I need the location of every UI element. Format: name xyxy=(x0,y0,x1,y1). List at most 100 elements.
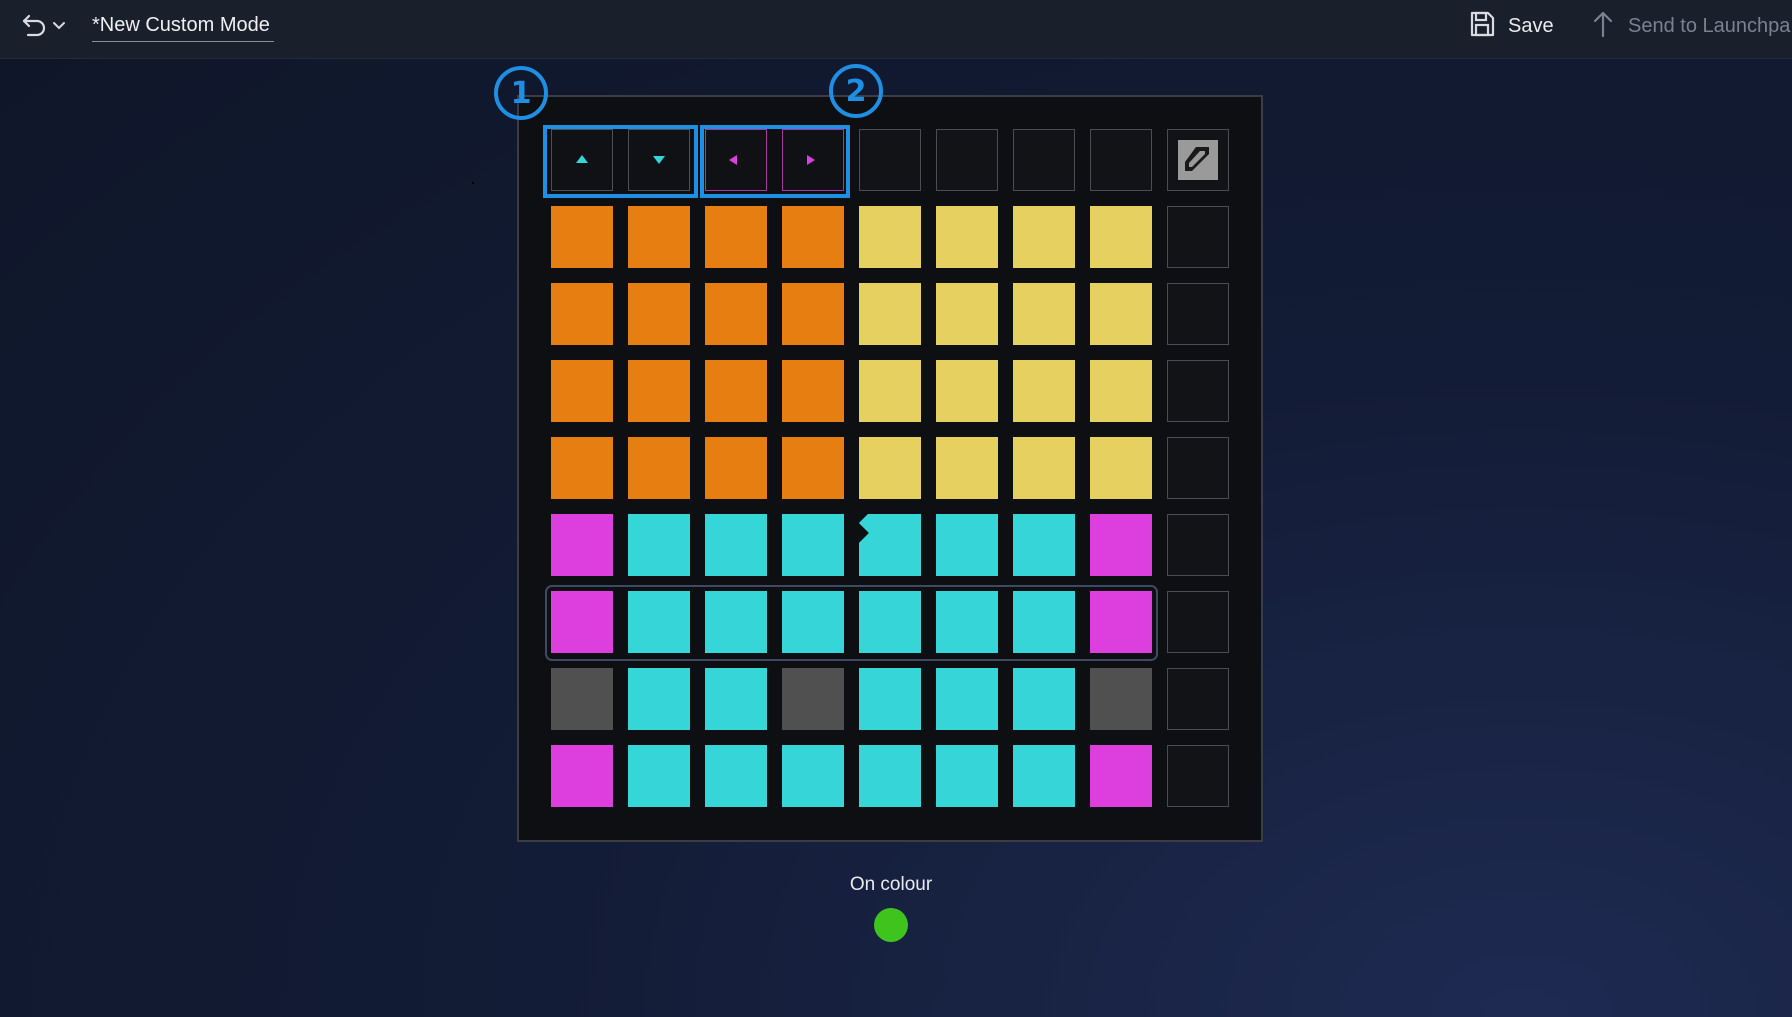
grid-pad[interactable] xyxy=(936,591,998,653)
save-label: Save xyxy=(1508,14,1554,37)
grid-pad[interactable] xyxy=(705,360,767,422)
grid-pad[interactable] xyxy=(936,437,998,499)
grid-pad[interactable] xyxy=(1013,206,1075,268)
on-colour-label: On colour xyxy=(849,874,933,895)
top-row-pad[interactable] xyxy=(1090,129,1152,191)
grid-pad[interactable] xyxy=(782,360,844,422)
grid-pad[interactable] xyxy=(936,668,998,730)
side-pad[interactable] xyxy=(1167,206,1229,268)
grid-pad[interactable] xyxy=(551,437,613,499)
grid-pad[interactable] xyxy=(782,514,844,576)
grid-pad[interactable] xyxy=(705,283,767,345)
grid-pad[interactable] xyxy=(859,360,921,422)
chevron-down-icon[interactable] xyxy=(52,18,66,36)
grid-pad[interactable] xyxy=(628,360,690,422)
side-pad[interactable] xyxy=(1167,514,1229,576)
undo-button[interactable] xyxy=(22,12,72,42)
grid-pad[interactable] xyxy=(859,591,921,653)
up-arrow-pad[interactable] xyxy=(551,129,613,191)
top-row-pad[interactable] xyxy=(1013,129,1075,191)
launchpad-logo-icon xyxy=(1178,140,1218,180)
grid-pad[interactable] xyxy=(859,437,921,499)
grid-pad[interactable] xyxy=(1090,591,1152,653)
grid-pad[interactable] xyxy=(705,591,767,653)
grid-pad[interactable] xyxy=(1090,437,1152,499)
grid-pad[interactable] xyxy=(551,283,613,345)
grid-pad[interactable] xyxy=(936,206,998,268)
grid-pad[interactable] xyxy=(551,514,613,576)
grid-pad[interactable] xyxy=(1013,283,1075,345)
grid-pad[interactable] xyxy=(705,745,767,807)
right-arrow-icon xyxy=(807,155,815,165)
grid-pad[interactable] xyxy=(1013,514,1075,576)
grid-pad[interactable] xyxy=(782,745,844,807)
side-pad[interactable] xyxy=(1167,437,1229,499)
side-pad[interactable] xyxy=(1167,668,1229,730)
grid-pad[interactable] xyxy=(628,283,690,345)
grid-pad[interactable] xyxy=(628,668,690,730)
top-row-pad[interactable] xyxy=(859,129,921,191)
grid-pad[interactable] xyxy=(628,514,690,576)
upload-arrow-icon xyxy=(1592,10,1614,43)
undo-icon xyxy=(22,13,48,42)
grid-pad[interactable] xyxy=(1090,514,1152,576)
side-pad[interactable] xyxy=(1167,591,1229,653)
grid-pad[interactable] xyxy=(936,283,998,345)
grid-pad[interactable] xyxy=(936,514,998,576)
up-arrow-icon xyxy=(576,155,588,163)
grid-pad[interactable] xyxy=(705,206,767,268)
grid-pad[interactable] xyxy=(1090,283,1152,345)
logo-pad xyxy=(1167,129,1229,191)
callout-2: 2 xyxy=(829,64,883,118)
grid-pad[interactable] xyxy=(705,437,767,499)
grid-pad[interactable] xyxy=(859,206,921,268)
grid-pad[interactable] xyxy=(936,745,998,807)
save-icon xyxy=(1468,10,1496,43)
grid-pad[interactable] xyxy=(782,283,844,345)
grid-pad[interactable] xyxy=(705,514,767,576)
grid-pad[interactable] xyxy=(628,745,690,807)
grid-pad[interactable] xyxy=(1090,668,1152,730)
side-pad[interactable] xyxy=(1167,360,1229,422)
top-row-pad[interactable] xyxy=(936,129,998,191)
grid-pad[interactable] xyxy=(1013,591,1075,653)
on-colour-swatch[interactable] xyxy=(874,908,908,942)
save-button[interactable]: Save xyxy=(1468,10,1554,42)
grid-pad[interactable] xyxy=(859,514,921,576)
grid-pad[interactable] xyxy=(551,206,613,268)
mode-title-field[interactable]: *New Custom Mode xyxy=(92,11,274,42)
left-arrow-pad[interactable] xyxy=(705,129,767,191)
grid-pad[interactable] xyxy=(551,591,613,653)
grid-pad[interactable] xyxy=(859,283,921,345)
side-pad[interactable] xyxy=(1167,745,1229,807)
grid-pad[interactable] xyxy=(551,668,613,730)
grid-pad[interactable] xyxy=(782,591,844,653)
grid-pad[interactable] xyxy=(936,360,998,422)
grid-pad[interactable] xyxy=(628,206,690,268)
send-to-launchpad-button[interactable]: Send to Launchpa xyxy=(1592,10,1790,42)
grid-pad[interactable] xyxy=(859,668,921,730)
grid-pad[interactable] xyxy=(628,591,690,653)
right-arrow-pad[interactable] xyxy=(782,129,844,191)
grid-pad[interactable] xyxy=(1013,668,1075,730)
callout-1: 1 xyxy=(494,66,548,120)
grid-pad[interactable] xyxy=(1013,360,1075,422)
grid-pad[interactable] xyxy=(705,668,767,730)
grid-pad[interactable] xyxy=(551,745,613,807)
grid-pad[interactable] xyxy=(782,437,844,499)
grid-pad[interactable] xyxy=(782,668,844,730)
grid-pad[interactable] xyxy=(1090,745,1152,807)
grid-pad[interactable] xyxy=(782,206,844,268)
top-bar: *New Custom Mode Save Send to Launchpa xyxy=(0,0,1792,59)
grid-pad[interactable] xyxy=(1013,745,1075,807)
grid-pad[interactable] xyxy=(859,745,921,807)
grid-pad[interactable] xyxy=(551,360,613,422)
grid-pad[interactable] xyxy=(1013,437,1075,499)
mode-title: *New Custom Mode xyxy=(92,14,270,36)
down-arrow-pad[interactable] xyxy=(628,129,690,191)
side-pad[interactable] xyxy=(1167,283,1229,345)
grid-pad[interactable] xyxy=(1090,206,1152,268)
stray-dot xyxy=(472,182,474,184)
grid-pad[interactable] xyxy=(628,437,690,499)
grid-pad[interactable] xyxy=(1090,360,1152,422)
